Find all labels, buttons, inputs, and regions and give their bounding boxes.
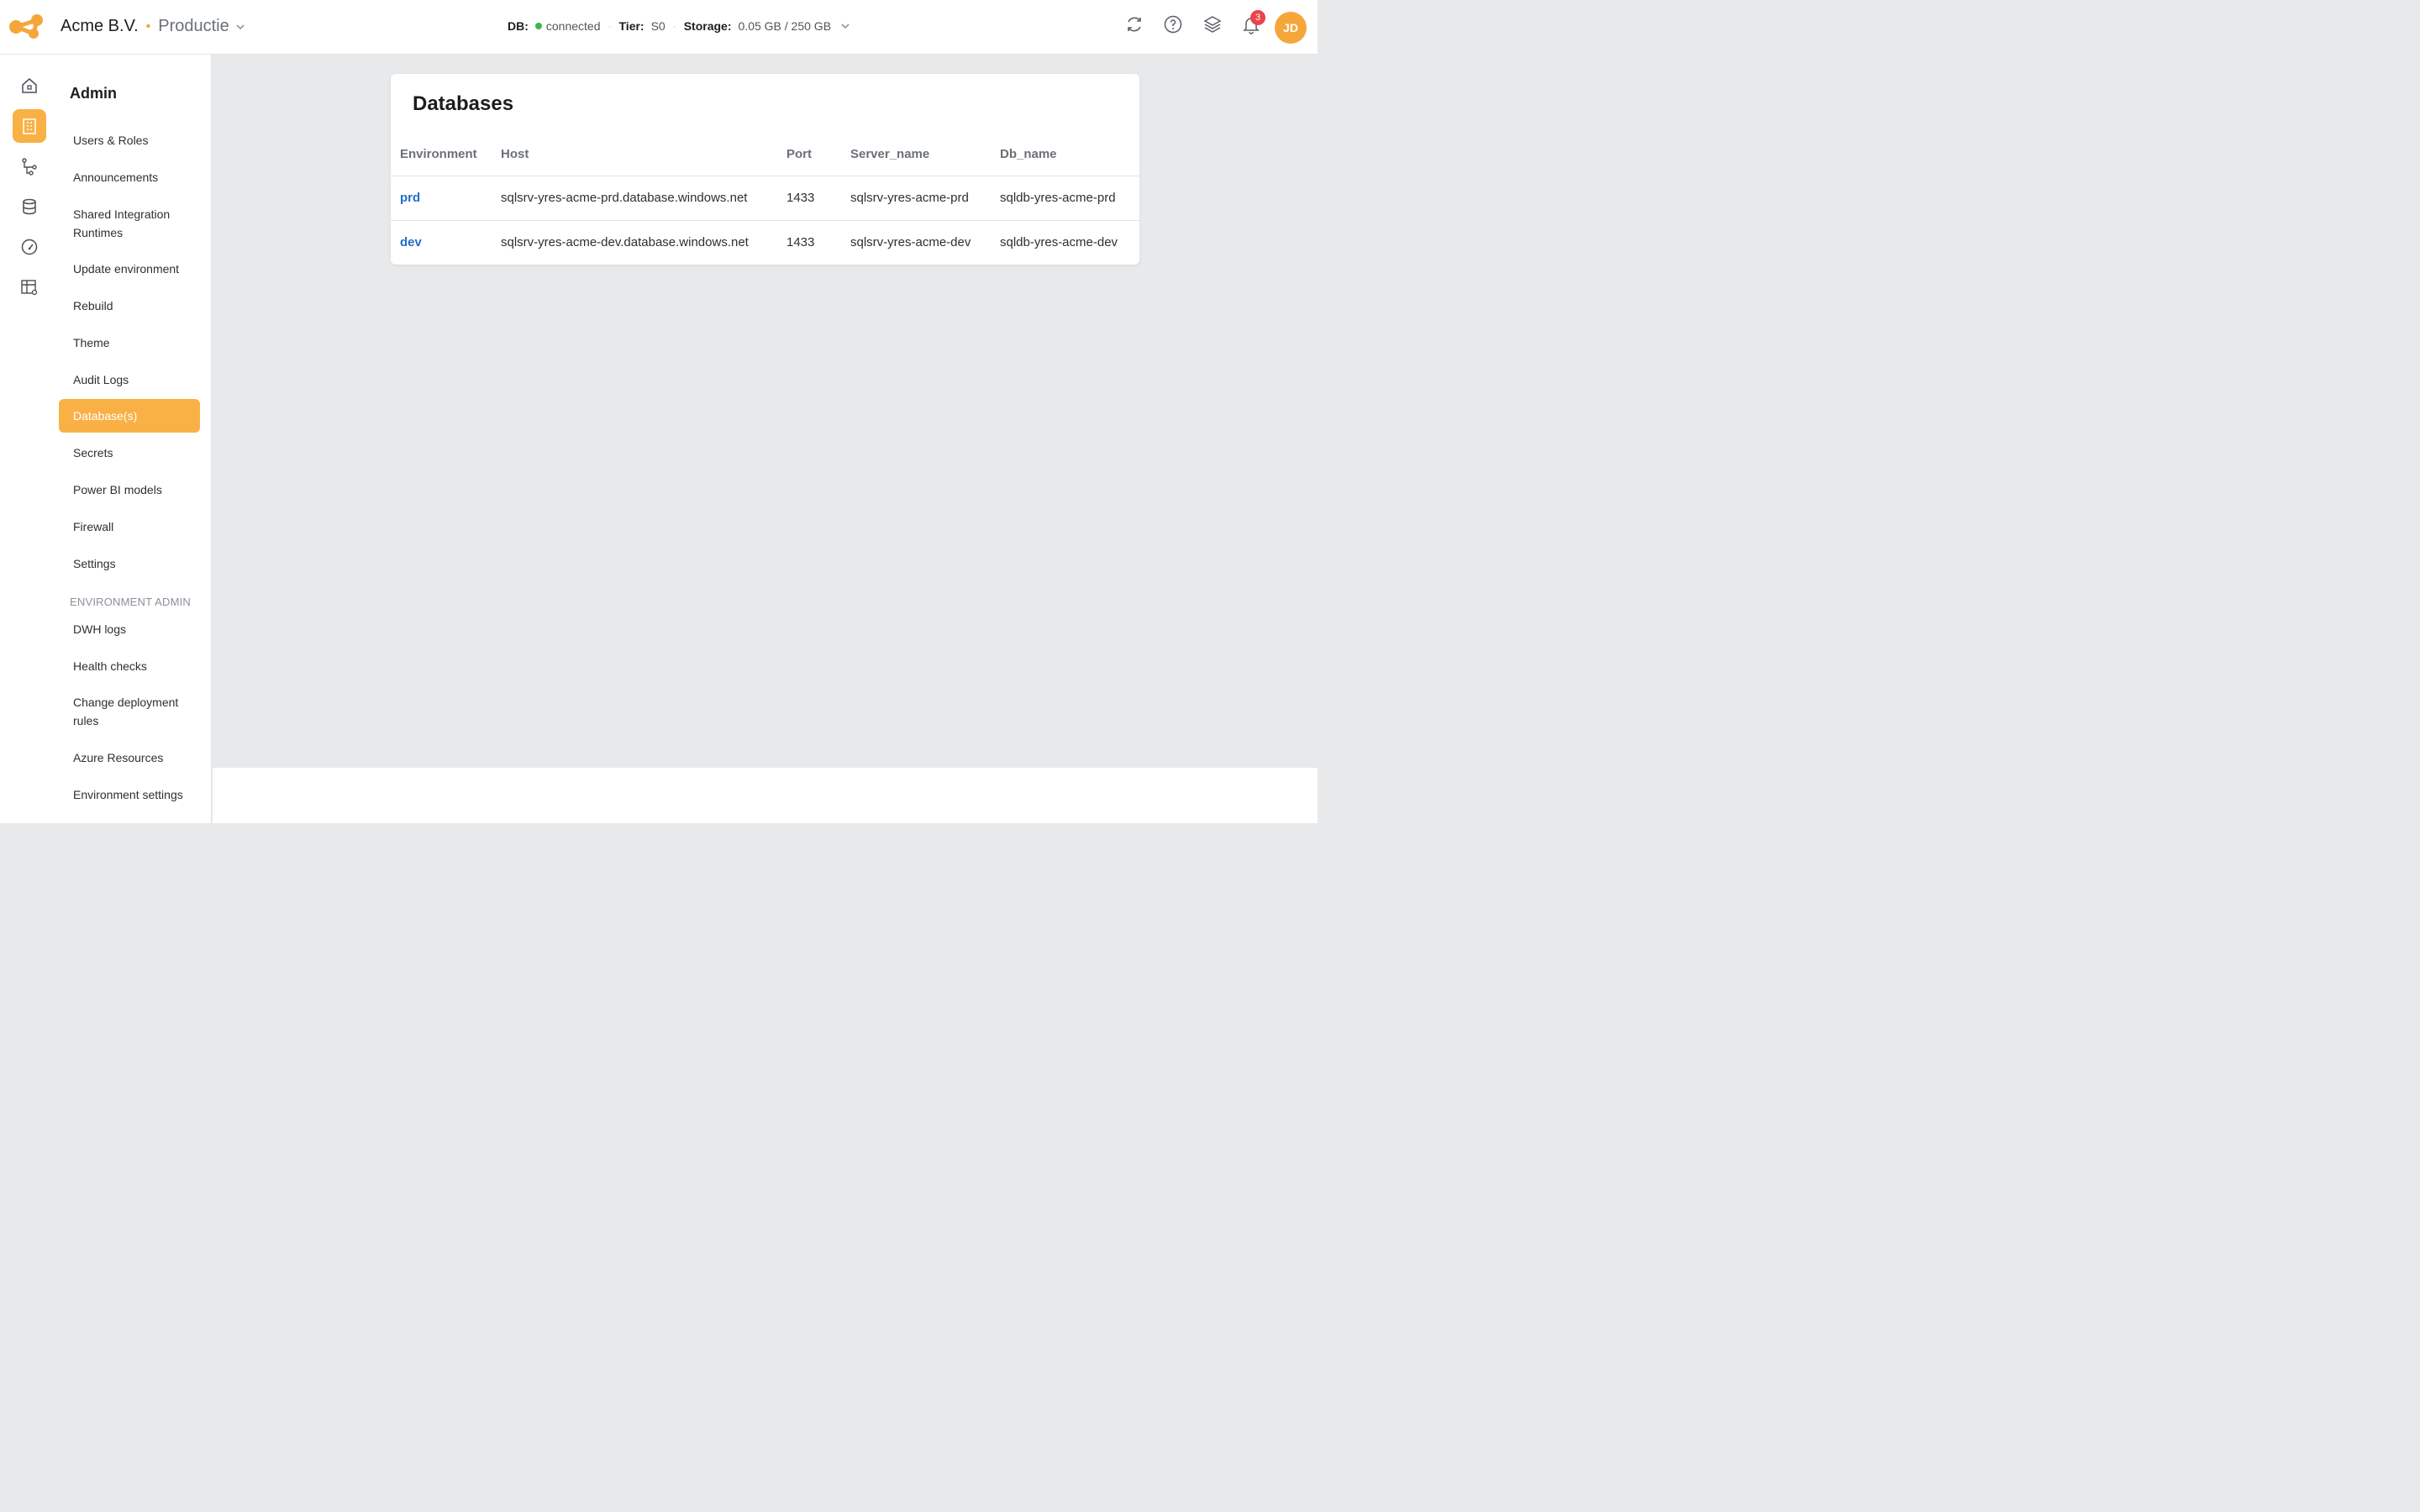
environment-name: Productie — [158, 17, 229, 35]
sidebar-item-theme[interactable]: Theme — [59, 333, 200, 352]
sidebar-item-secrets[interactable]: Secrets — [59, 444, 200, 462]
sidebar-item-databases[interactable]: Database(s) — [59, 399, 200, 433]
sidebar-item-environment-settings[interactable]: Environment settings — [59, 785, 200, 804]
sidebar-section-label: ENVIRONMENT ADMIN — [70, 596, 192, 608]
port-cell: 1433 — [777, 176, 841, 221]
sidebar-item-settings[interactable]: Settings — [59, 554, 200, 573]
tier-value: S0 — [650, 19, 666, 33]
layers-icon[interactable] — [1202, 14, 1223, 34]
org-environment-switcher[interactable]: Acme B.V. • Productie — [60, 17, 246, 36]
port-cell: 1433 — [786, 235, 815, 250]
sidebar-title: Admin — [70, 85, 117, 102]
chevron-down-icon — [236, 24, 245, 29]
sidebar-item-rebuild[interactable]: Rebuild — [59, 297, 200, 315]
chevron-down-icon[interactable] — [839, 20, 851, 32]
column-header-environment: Environment — [391, 133, 492, 176]
connected-status-dot — [534, 23, 542, 29]
icon-rail — [0, 55, 59, 823]
sidebar-item-health-checks[interactable]: Health checks — [59, 657, 200, 675]
acme-logo-icon[interactable] — [8, 13, 44, 40]
storage-value: 0.05 GB / 250 GB — [738, 19, 832, 33]
sidebar-item-update-environment[interactable]: Update environment — [59, 260, 200, 278]
host-cell: sqlsrv-yres-acme-dev.database.windows.ne… — [501, 235, 749, 250]
top-bar: Acme B.V. • Productie DB: connected · Ti… — [0, 0, 1318, 55]
sidebar-item-power-bi-models[interactable]: Power BI models — [59, 480, 200, 499]
sidebar-item-firewall[interactable]: Firewall — [59, 517, 200, 536]
database-icon[interactable] — [13, 190, 46, 223]
sidebar-item-announcements[interactable]: Announcements — [59, 168, 200, 186]
gauge-icon[interactable] — [13, 230, 46, 264]
sidebar-item-shared-integration-runtimes[interactable]: Shared Integration Runtimes — [59, 205, 200, 242]
db-status: connected — [545, 19, 601, 33]
db-name-cell: sqldb-yres-acme-prd — [991, 176, 1139, 221]
server-name-cell: sqlsrv-yres-acme-prd — [841, 176, 991, 221]
notification-count-badge: 3 — [1250, 10, 1265, 25]
separator-dot: · — [608, 20, 612, 32]
sidebar-item-dwh-logs[interactable]: DWH logs — [59, 620, 200, 638]
org-name: Acme B.V. — [60, 17, 139, 35]
admin-sidebar: Admin Users & Roles Announcements Shared… — [59, 55, 212, 823]
building-icon[interactable] — [13, 109, 46, 143]
server-name-cell: sqlsrv-yres-acme-dev — [850, 235, 971, 250]
sidebar-item-audit-logs[interactable]: Audit Logs — [59, 370, 200, 389]
home-icon[interactable] — [13, 69, 46, 102]
table-header-row: Environment Host Port Server_name Db_nam… — [391, 133, 1139, 176]
table-row: dev sqlsrv-yres-acme-dev.database.window… — [391, 220, 1139, 265]
table-settings-icon[interactable] — [13, 270, 46, 304]
tier-label: Tier: — [618, 19, 644, 33]
db-name-cell: sqldb-yres-acme-dev — [1000, 235, 1118, 250]
pipeline-icon[interactable] — [13, 150, 46, 183]
databases-table: Environment Host Port Server_name Db_nam… — [391, 133, 1139, 265]
sidebar-item-azure-resources[interactable]: Azure Resources — [59, 748, 200, 767]
sidebar-item-change-deployment-rules[interactable]: Change deployment rules — [59, 693, 200, 730]
environment-link[interactable]: dev — [391, 220, 492, 265]
storage-label: Storage: — [683, 19, 732, 33]
user-avatar[interactable]: JD — [1275, 12, 1307, 44]
page-title: Databases — [413, 92, 514, 115]
table-row: prd sqlsrv-yres-acme-prd.database.window… — [391, 176, 1139, 221]
host-cell: sqlsrv-yres-acme-prd.database.windows.ne… — [492, 176, 777, 221]
help-icon[interactable] — [1163, 14, 1183, 34]
refresh-icon[interactable] — [1124, 14, 1144, 34]
column-header-port: Port — [777, 133, 841, 176]
db-label: DB: — [508, 19, 529, 33]
column-header-db-name: Db_name — [991, 133, 1139, 176]
db-status-bar[interactable]: DB: connected · Tier: S0 · Storage: 0.05… — [508, 19, 851, 33]
footer-area — [213, 768, 1318, 823]
column-header-server-name: Server_name — [841, 133, 991, 176]
environment-link[interactable]: prd — [391, 176, 492, 221]
separator-dot: · — [672, 20, 676, 32]
separator-dot: • — [145, 18, 151, 34]
databases-card: Databases Environment Host Port Server_n… — [391, 74, 1139, 265]
column-header-host: Host — [492, 133, 777, 176]
sidebar-item-users-roles[interactable]: Users & Roles — [59, 131, 200, 150]
